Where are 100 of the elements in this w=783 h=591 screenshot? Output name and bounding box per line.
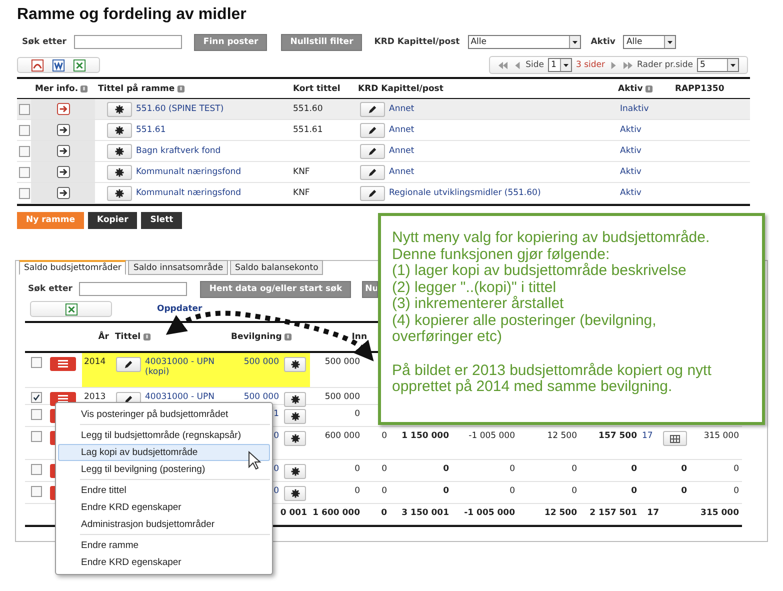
menu-item[interactable]: Legg til bevilgning (postering) xyxy=(58,461,270,478)
action-button[interactable]: Slett xyxy=(141,212,182,228)
short-title: 551.61 xyxy=(293,125,323,135)
column-header: Tittel på ramme xyxy=(98,84,175,94)
column-header: Tittel xyxy=(115,332,141,342)
budget-title-link[interactable]: 40031000 - UPN xyxy=(145,392,225,402)
search-label: Søk etter xyxy=(28,284,72,294)
short-title: 551.60 xyxy=(293,104,323,114)
action-button[interactable]: Kopier xyxy=(88,212,138,228)
krd-link[interactable]: Annet xyxy=(389,167,414,177)
krd-link[interactable]: Annet xyxy=(389,104,414,114)
page-label: Side xyxy=(526,60,544,70)
amount-cell: 12 500 xyxy=(544,508,577,518)
amount-cell: -1 005 000 xyxy=(464,508,515,518)
amount-cell: 0 xyxy=(734,486,739,496)
krd-label: KRD Kapittel/post xyxy=(374,37,460,47)
callout-text: (3) inkrementerer årstallet xyxy=(392,296,565,312)
page-count: 3 sider xyxy=(576,60,606,70)
amount-cell: 0 xyxy=(443,464,449,474)
amount-link[interactable]: 0 xyxy=(274,431,279,441)
search-label: Søk etter xyxy=(22,37,66,47)
active-status-link[interactable]: Aktiv xyxy=(620,188,642,198)
page-select[interactable]: 1 xyxy=(548,58,572,72)
amount-cell: 600 000 xyxy=(324,431,360,441)
column-header: Bevilgning xyxy=(231,332,282,342)
active-status-link[interactable]: Aktiv xyxy=(620,167,642,177)
amount-cell: 0 xyxy=(354,409,360,419)
frame-title-link[interactable]: 551.61 xyxy=(136,125,166,135)
amount-cell: 1 150 000 xyxy=(402,431,449,441)
menu-item[interactable]: Endre tittel xyxy=(58,482,270,499)
amount-cell: 3 150 001 xyxy=(402,508,449,518)
active-label: Aktiv xyxy=(590,37,616,47)
krd-link[interactable]: Annet xyxy=(389,125,414,135)
krd-select[interactable]: Alle xyxy=(468,35,581,49)
krd-link[interactable]: Regionale utviklingsmidler (551.60) xyxy=(389,188,541,198)
active-select[interactable]: Alle xyxy=(623,35,676,49)
short-title: KNF xyxy=(293,188,310,198)
amount-cell: 0 xyxy=(681,464,687,474)
amount-cell: 1 600 000 xyxy=(312,508,360,518)
column-header: År xyxy=(98,332,109,342)
amount-cell: 0 xyxy=(354,486,360,496)
page-title: Ramme og fordeling av midler xyxy=(17,5,248,25)
frame-title-link[interactable]: Bagn kraftverk fond xyxy=(136,146,221,156)
short-title: KNF xyxy=(293,167,310,177)
amount-cell: 0 xyxy=(443,486,449,496)
active-status-link[interactable]: Aktiv xyxy=(620,125,642,135)
amount-cell: 0 001 xyxy=(280,508,307,518)
menu-item[interactable]: Endre ramme xyxy=(58,537,270,554)
amount-link[interactable]: 0 xyxy=(274,464,279,474)
amount-link[interactable]: 17 xyxy=(642,431,653,441)
amount-cell: 0 xyxy=(382,431,387,441)
callout-text: (4) kopierer alle posteringer (bevilgning, overføringer etc) xyxy=(392,312,658,346)
amount-cell: 315 000 xyxy=(704,431,739,441)
amount-cell: 17 xyxy=(647,508,659,518)
tab[interactable]: Saldo balansekonto xyxy=(230,260,324,275)
callout-text: (1) lager kopi av budsjettområde beskrivelse xyxy=(392,263,688,280)
amount-cell: 0 xyxy=(382,486,387,496)
menu-item[interactable]: Administrasjon budsjettområder xyxy=(58,516,270,533)
amount-cell: 0 xyxy=(381,508,387,518)
amount-cell: 12 500 xyxy=(547,431,577,441)
amount-cell: 0 xyxy=(572,464,577,474)
menu-item[interactable]: Legg til budsjettområde (regnskapsår) xyxy=(58,427,270,444)
amount-cell: 0 xyxy=(510,486,515,496)
callout-text: (2) legger "..(kopi)" i tittel xyxy=(392,280,556,296)
amount-cell: 500 000 xyxy=(324,392,360,402)
amount-link[interactable]: 0 xyxy=(274,486,279,496)
amount-cell: -1 005 000 xyxy=(468,431,515,441)
column-header: Aktiv xyxy=(618,84,643,94)
menu-item[interactable]: Lag kopi av budsjettområde xyxy=(58,444,270,461)
amount-cell: 2 157 501 xyxy=(590,508,637,518)
amount-cell: 0 xyxy=(382,464,387,474)
active-status-link[interactable]: Aktiv xyxy=(620,146,642,156)
frame-title-link[interactable]: Kommunalt næringsfond xyxy=(136,167,242,177)
active-status-link[interactable]: Inaktiv xyxy=(620,104,649,114)
column-header: RAPP1350 xyxy=(675,84,724,94)
year-cell: 2014 xyxy=(84,357,106,367)
column-header: Inn xyxy=(352,332,367,342)
amount-cell: 0 xyxy=(510,464,515,474)
frame-title-link[interactable]: Kommunalt næringsfond xyxy=(136,188,242,198)
frame-title-link[interactable]: 551.60 (SPINE TEST) xyxy=(136,104,224,114)
tab[interactable]: Saldo innsatsområde xyxy=(128,260,228,275)
rows-per-page-label: Rader pr.side xyxy=(637,60,693,70)
amount-cell: 315 000 xyxy=(700,508,739,518)
rows-per-page-select[interactable]: 5 xyxy=(697,58,739,72)
column-header: Kort tittel xyxy=(293,84,340,94)
menu-item[interactable]: Vis posteringer på budsjettområdet xyxy=(58,406,270,423)
menu-item[interactable]: Endre KRD egenskaper xyxy=(58,554,270,571)
column-header: KRD Kapittel/post xyxy=(358,84,444,94)
tab[interactable]: Saldo budsjettområder xyxy=(19,260,126,275)
krd-link[interactable]: Annet xyxy=(389,146,414,156)
amount-cell: 157 500 xyxy=(598,431,637,441)
amount-link[interactable]: 1 xyxy=(274,409,279,419)
callout-text: Nytt meny valg for kopiering av budsjettområde. xyxy=(392,230,711,246)
menu-item[interactable]: Endre KRD egenskaper xyxy=(58,499,270,516)
amount-link[interactable]: 500 000 xyxy=(244,357,279,367)
column-header: Mer info. xyxy=(35,84,78,94)
callout-text: Denne funksjonen gjør følgende: xyxy=(392,246,611,263)
amount-cell: 0 xyxy=(734,464,739,474)
refresh-link[interactable]: Oppdater xyxy=(157,304,202,314)
amount-link[interactable]: 500 000 xyxy=(244,392,279,402)
